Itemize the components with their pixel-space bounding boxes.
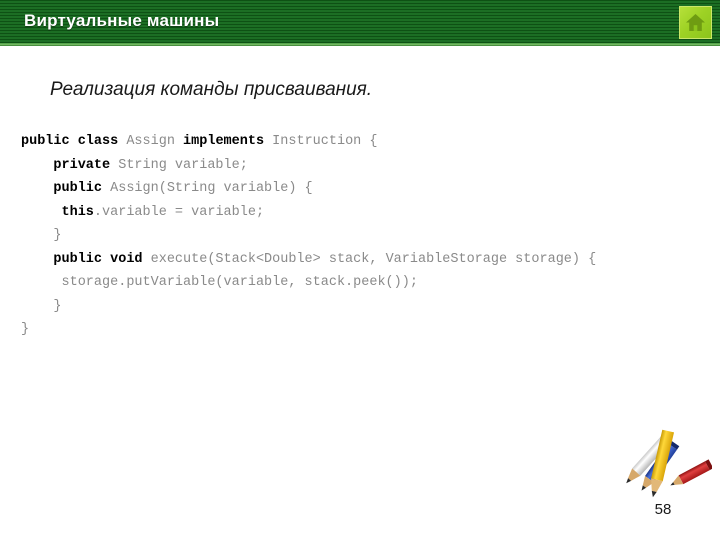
page-title: Виртуальные машины: [24, 11, 220, 30]
code-text: Assign: [126, 134, 184, 149]
code-line: public class Assign implements Instructi…: [21, 130, 596, 154]
code-keyword: private: [53, 157, 119, 173]
slide-subtitle: Реализация команды присваивания.: [50, 79, 373, 100]
code-text: String variable;: [118, 157, 248, 173]
code-line: this.variable = variable;: [21, 201, 596, 225]
code-listing: public class Assign implements Instructi…: [21, 130, 596, 342]
code-text: Instruction {: [272, 134, 378, 149]
code-text: Assign(String variable) {: [110, 181, 313, 196]
code-keyword: public class: [21, 134, 127, 149]
pencils-illustration: [612, 428, 712, 504]
code-text: execute(Stack<Double> stack, VariableSto…: [150, 251, 597, 267]
code-keyword: public: [53, 181, 111, 196]
slide-header-bar: Виртуальные машины: [0, 0, 720, 46]
code-keyword: implements: [183, 134, 273, 149]
code-line: }: [21, 295, 596, 319]
code-line: public void execute(Stack<Double> stack,…: [21, 248, 596, 272]
code-line: }: [21, 318, 596, 342]
code-text: }: [53, 228, 62, 243]
code-text: storage.putVariable(variable, stack.peek…: [53, 275, 418, 290]
code-text: .variable = variable;: [93, 204, 265, 220]
code-keyword: this: [53, 204, 94, 220]
home-icon: [685, 12, 706, 33]
code-line: }: [21, 224, 596, 248]
page-number: 58: [654, 501, 672, 518]
code-text: }: [53, 298, 62, 314]
code-text: }: [21, 322, 30, 337]
code-keyword: public void: [53, 251, 151, 267]
home-button[interactable]: [679, 6, 712, 39]
code-line: private String variable;: [21, 154, 596, 178]
code-line: public Assign(String variable) {: [21, 177, 596, 201]
code-line: storage.putVariable(variable, stack.peek…: [21, 271, 596, 295]
